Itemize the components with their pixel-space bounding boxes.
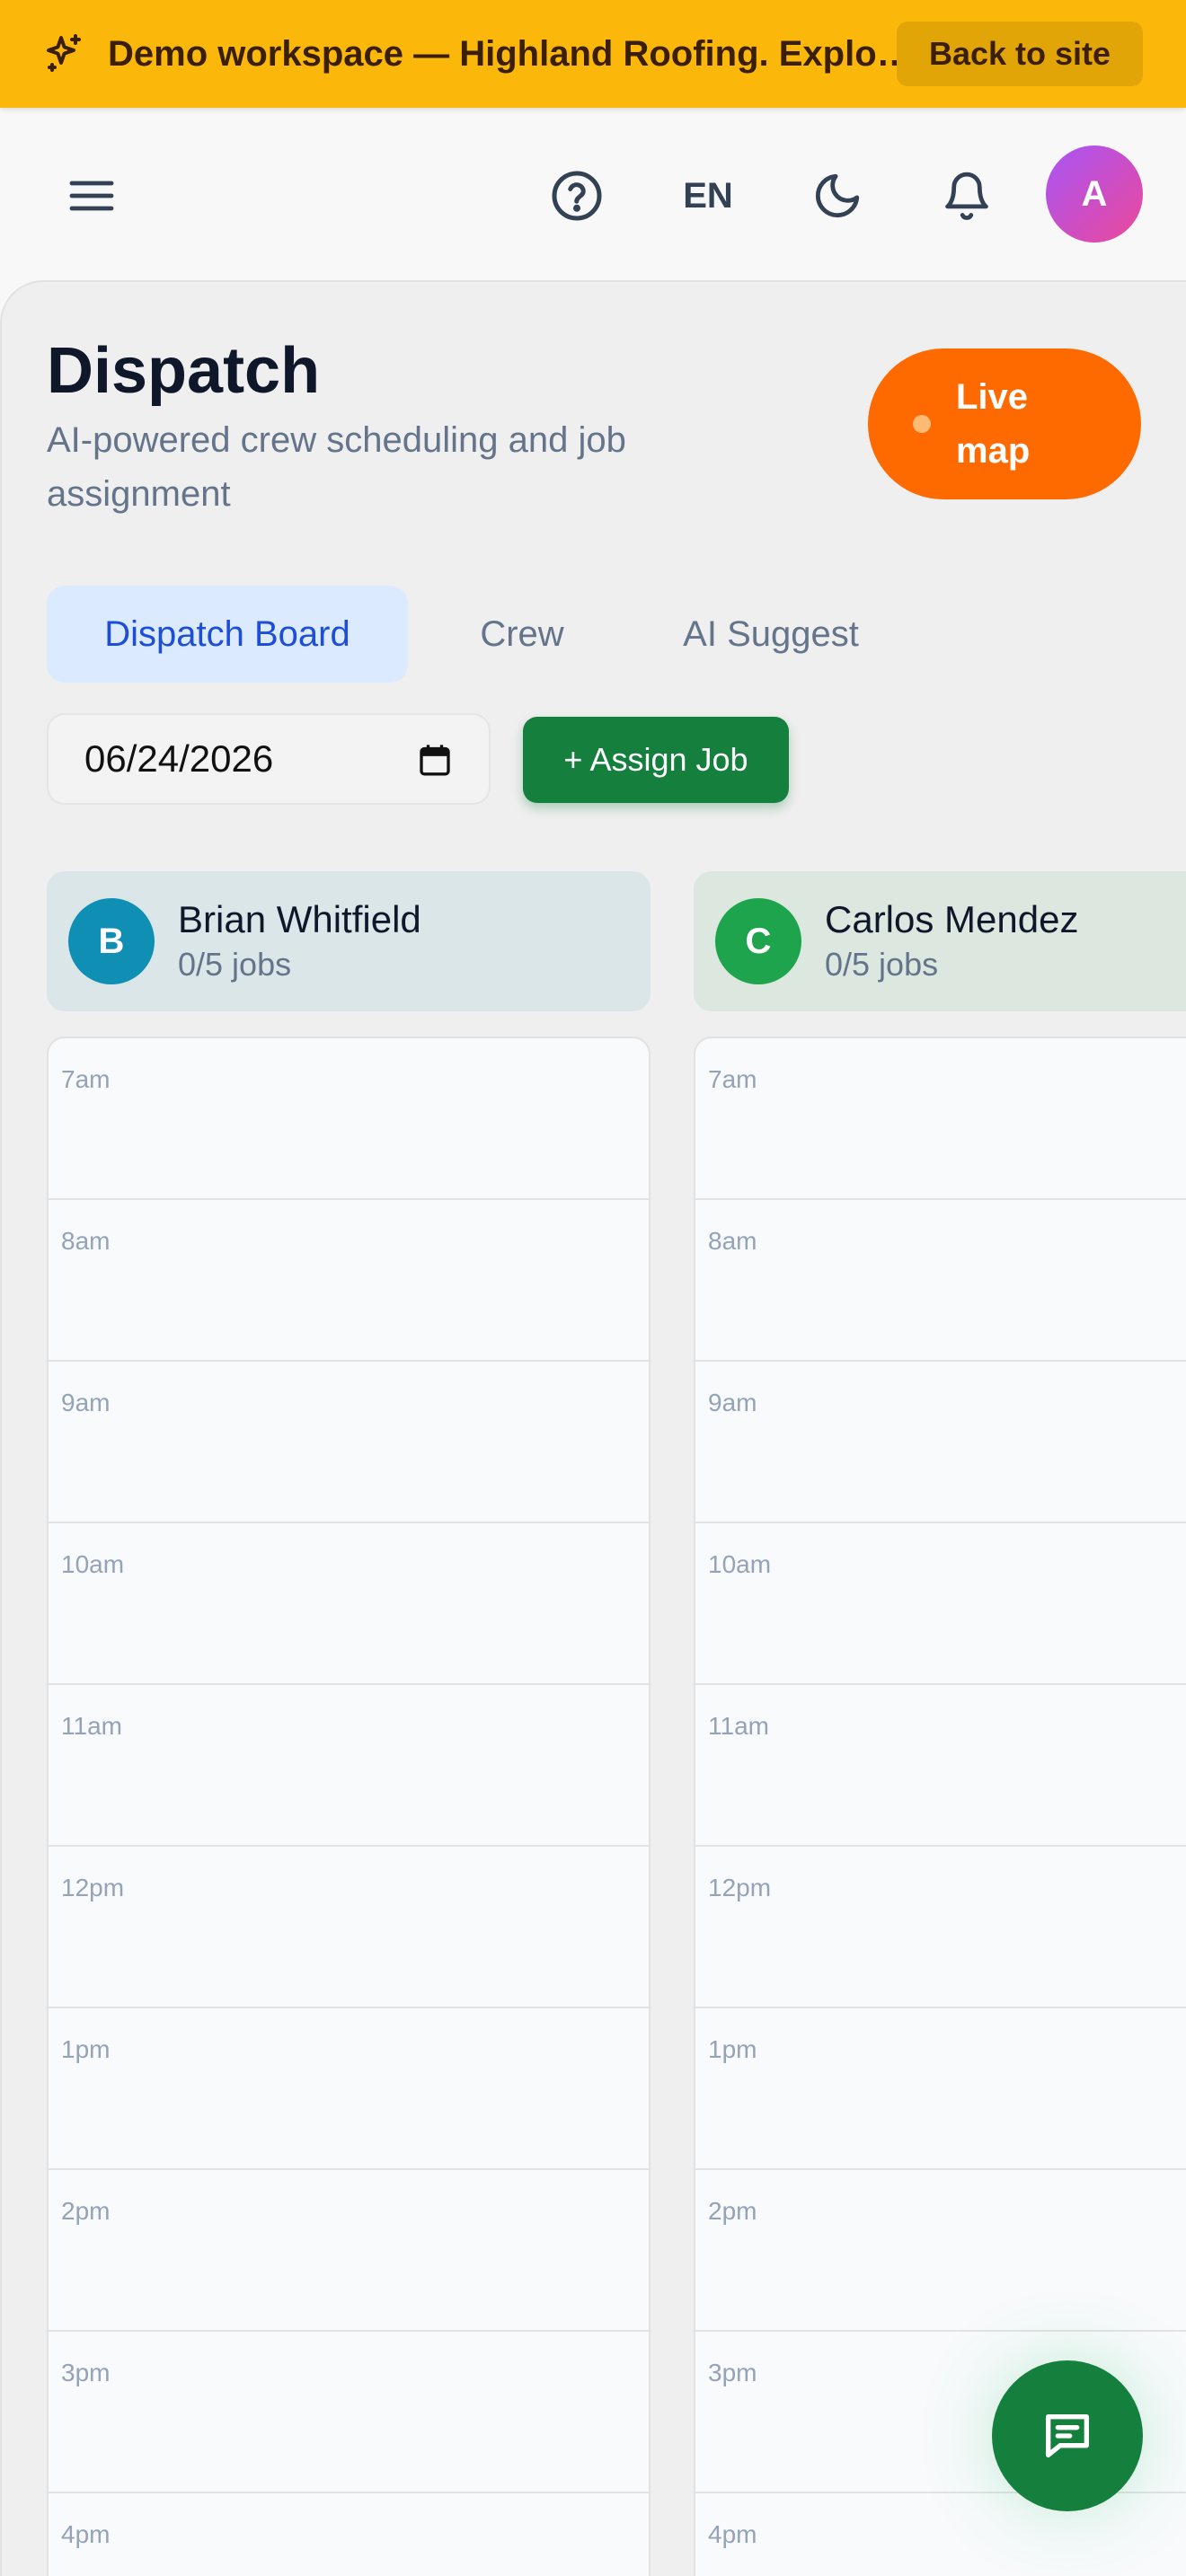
chat-message-icon [1046,2414,1089,2457]
time-slot-label: 4pm [708,2520,757,2548]
crew-job-count: 0/5 jobs [178,946,292,983]
page-title: Dispatch [47,335,321,407]
time-slot[interactable]: 7am [695,1038,1186,1200]
time-slot-label: 1pm [61,2035,111,2063]
live-map-label: Live map [956,377,1031,471]
back-to-site-button[interactable]: Back to site [897,22,1143,86]
help-circle-icon [552,171,602,221]
date-value: 06/24/2026 [84,737,274,780]
crew-header[interactable]: C Carlos Mendez 0/5 jobs [694,871,1186,1011]
time-slot[interactable]: 4pm [695,2493,1186,2576]
schedule-slots: 7am 8am 9am 10am 11am 12pm 1pm 2pm 3pm 4pm [694,1037,1186,2576]
time-slot[interactable]: 9am [49,1362,649,1523]
time-slot[interactable]: 11am [49,1685,649,1847]
time-slot-label: 9am [61,1389,111,1416]
demo-banner: Demo workspace — Highland Roofing. Explo… [0,0,1186,108]
language-switcher[interactable]: EN [672,167,744,225]
moon-icon [816,173,860,217]
time-slot-label: 7am [708,1065,757,1093]
crew-name: Carlos Mendez [825,898,1079,940]
page-subtitle: AI-powered crew scheduling and job assig… [47,420,626,514]
time-slot[interactable]: 12pm [695,1847,1186,2008]
time-slot-label: 12pm [61,1874,125,1901]
time-slot[interactable]: 10am [49,1523,649,1685]
crew-header[interactable]: B Brian Whitfield 0/5 jobs [47,871,651,1011]
time-slot-label: 3pm [708,2359,757,2386]
help-button[interactable] [546,165,607,226]
time-slot[interactable]: 9am [695,1362,1186,1523]
crew-avatar: C [715,898,801,984]
time-slot-label: 10am [61,1550,125,1578]
time-slot-label: 8am [708,1227,757,1255]
time-slot-label: 11am [61,1712,122,1740]
time-slot[interactable]: 8am [49,1200,649,1362]
tab-dispatch-board[interactable]: Dispatch Board [47,586,408,683]
time-slot[interactable]: 11am [695,1685,1186,1847]
time-slot[interactable]: 8am [695,1200,1186,1362]
banner-text: Demo workspace — Highland Roofing. Explo… [108,33,925,74]
time-slot[interactable]: 12pm [49,1847,649,2008]
time-slot[interactable]: 1pm [49,2008,649,2170]
time-slot-label: 3pm [61,2359,111,2386]
time-slot-label: 2pm [61,2197,111,2225]
time-slot[interactable]: 7am [49,1038,649,1200]
calendar-icon[interactable] [417,742,453,778]
time-slot-label: 9am [708,1389,757,1416]
time-slot-label: 12pm [708,1874,772,1901]
date-picker[interactable]: 06/24/2026 [47,713,491,805]
bell-icon [945,172,988,220]
live-indicator-dot [913,415,931,433]
time-slot-label: 2pm [708,2197,757,2225]
time-slot-label: 7am [61,1065,111,1093]
sparkles-icon [47,34,81,72]
hamburger-menu-icon [69,181,114,211]
time-slot[interactable]: 10am [695,1523,1186,1685]
live-map-button[interactable]: Live map [868,348,1141,499]
time-slot[interactable]: 2pm [695,2170,1186,2332]
menu-button[interactable] [63,167,120,225]
time-slot-label: 8am [61,1227,111,1255]
crew-avatar: B [68,898,155,984]
chat-button[interactable] [992,2360,1143,2511]
assign-job-button[interactable]: + Assign Job [523,717,789,803]
user-avatar[interactable]: A [1046,146,1143,243]
top-bar: EN A [0,108,1186,280]
time-slot[interactable]: 1pm [695,2008,1186,2170]
tab-crew[interactable]: Crew [408,586,636,683]
dispatch-tabs: Dispatch Board Crew AI Suggest [47,586,906,683]
time-slot-label: 10am [708,1550,772,1578]
time-slot[interactable]: 3pm [49,2332,649,2493]
crew-job-count: 0/5 jobs [825,946,939,983]
crew-column-brian: B Brian Whitfield 0/5 jobs 7am 8am 9am 10am… [47,871,651,2576]
time-slot[interactable]: 2pm [49,2170,649,2332]
tab-ai-suggest[interactable]: AI Suggest [636,586,906,683]
time-slot-label: 1pm [708,2035,757,2063]
time-slot-label: 11am [708,1712,769,1740]
time-slot[interactable]: 4pm [49,2493,649,2576]
main-content: Dispatch AI-powered crew scheduling and … [0,280,1186,2576]
notifications-button[interactable] [936,163,997,228]
crew-name: Brian Whitfield [178,898,421,940]
time-slot-label: 4pm [61,2520,111,2548]
schedule-slots: 7am 8am 9am 10am 11am 12pm 1pm 2pm 3pm 4pm [47,1037,651,2576]
crew-column-carlos: C Carlos Mendez 0/5 jobs 7am 8am 9am 10am 11… [694,871,1186,2576]
theme-toggle[interactable] [807,165,868,226]
